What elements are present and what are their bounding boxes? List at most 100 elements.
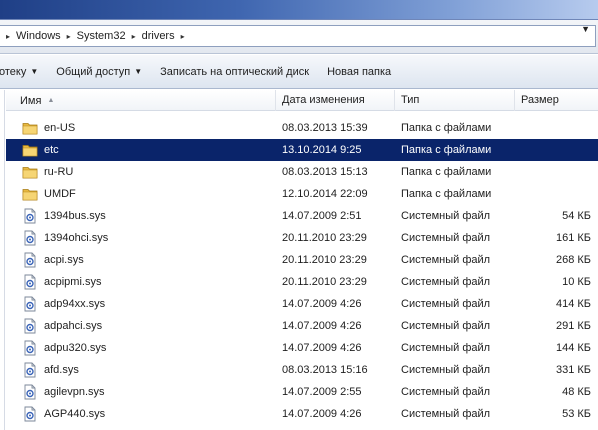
navigation-pane (0, 90, 5, 430)
file-name: acpi.sys (44, 254, 84, 266)
file-name: 1394bus.sys (44, 210, 106, 222)
file-size (518, 139, 591, 161)
file-name: etc (44, 144, 59, 156)
toolbar-button-label: отеку (0, 65, 27, 78)
system-file-icon (22, 384, 38, 400)
file-type: Системный файл (401, 386, 491, 398)
toolbar-button[interactable]: Записать на оптический диск (151, 60, 318, 84)
file-name: 1394ohci.sys (44, 232, 109, 244)
chevron-down-icon: ▼ (134, 67, 143, 76)
toolbar-button-label: Новая папка (327, 65, 392, 78)
address-history-dropdown-icon[interactable]: ▼ (581, 24, 590, 34)
file-row[interactable]: UMDF 12.10.2014 22:09 Папка с файлами (6, 183, 598, 205)
file-name-cell: adpahci.sys (22, 315, 276, 337)
breadcrumb-item[interactable]: Windows (14, 26, 63, 46)
file-row[interactable]: acpipmi.sys 20.11.2010 23:29 Системный фай… (6, 271, 598, 293)
file-date: 14.07.2009 4:26 (282, 342, 362, 354)
folder-icon (22, 164, 38, 180)
file-date: 20.11.2010 23:29 (282, 232, 367, 244)
file-row[interactable]: afd.sys 08.03.2013 15:16 Системный файл 331… (6, 359, 598, 381)
system-file-icon (22, 296, 38, 312)
system-file-icon (22, 406, 38, 422)
column-header-size[interactable]: Размер (515, 90, 598, 111)
file-name-cell: UMDF (22, 183, 276, 205)
file-row[interactable]: adpu320.sys 14.07.2009 4:26 Системный файл… (6, 337, 598, 359)
file-row[interactable]: en-US 08.03.2013 15:39 Папка с файлами (6, 117, 598, 139)
file-date: 14.07.2009 4:26 (282, 298, 362, 310)
file-size: 48 КБ (562, 386, 591, 398)
file-size: 10 КБ (562, 276, 591, 288)
file-date: 20.11.2010 23:29 (282, 254, 367, 266)
file-row[interactable]: 1394bus.sys 14.07.2009 2:51 Системный файл… (6, 205, 598, 227)
file-date: 14.07.2009 4:26 (282, 408, 362, 420)
system-file-icon (22, 208, 38, 224)
file-date: 14.07.2009 2:55 (282, 386, 362, 398)
file-name-cell: agilevpn.sys (22, 381, 276, 403)
chevron-down-icon: ▼ (30, 67, 39, 76)
file-name-cell: acpipmi.sys (22, 271, 276, 293)
file-size: 331 КБ (555, 364, 591, 376)
file-type: Папка с файлами (401, 166, 492, 178)
breadcrumb-item[interactable]: System32 (75, 26, 128, 46)
file-row[interactable]: acpi.sys 20.11.2010 23:29 Системный файл 26… (6, 249, 598, 271)
file-type: Системный файл (401, 364, 491, 376)
toolbar-button[interactable]: Новая папка (318, 60, 400, 84)
crumb-separator-arrow-icon[interactable]: ▸ (177, 32, 189, 41)
file-row[interactable]: ru-RU 08.03.2013 15:13 Папка с файлами (6, 161, 598, 183)
file-date: 12.10.2014 22:09 (282, 188, 368, 200)
file-name: adpu320.sys (44, 342, 107, 354)
file-size: 268 КБ (555, 254, 591, 266)
crumb-separator-arrow-icon[interactable]: ▸ (128, 32, 140, 41)
breadcrumb-item[interactable]: drivers (140, 26, 177, 46)
file-size (518, 117, 591, 139)
address-bar: ▸ Windows ▸ System32 ▸ drivers ▸ ▼ (0, 20, 598, 54)
file-type: Системный файл (401, 276, 491, 288)
folder-icon (22, 142, 38, 158)
column-headers: Имя ▲ Дата изменения Тип Размер (6, 90, 598, 111)
file-size: 54 КБ (562, 210, 591, 222)
column-header-name[interactable]: Имя ▲ (6, 90, 276, 111)
file-name: adpahci.sys (44, 320, 103, 332)
file-row[interactable]: adp94xx.sys 14.07.2009 4:26 Системный файл… (6, 293, 598, 315)
address-path-box[interactable]: ▸ Windows ▸ System32 ▸ drivers ▸ (0, 25, 596, 47)
column-header-date[interactable]: Дата изменения (276, 90, 395, 111)
file-name-cell: 1394bus.sys (22, 205, 276, 227)
file-size: 161 КБ (555, 232, 591, 244)
folder-icon (22, 120, 38, 136)
column-header-date-label: Дата изменения (282, 94, 365, 106)
file-date: 08.03.2013 15:16 (282, 364, 368, 376)
file-row[interactable]: 1394ohci.sys 20.11.2010 23:29 Системный фа… (6, 227, 598, 249)
file-type: Папка с файлами (401, 122, 492, 134)
toolbar-button[interactable]: отеку ▼ (0, 60, 47, 84)
file-name-cell: AGP440.sys (22, 403, 276, 425)
file-name: en-US (44, 122, 76, 134)
crumb-separator-arrow-icon[interactable]: ▸ (63, 32, 75, 41)
file-row[interactable]: etc 13.10.2014 9:25 Папка с файлами (6, 139, 598, 161)
system-file-icon (22, 274, 38, 290)
system-file-icon (22, 362, 38, 378)
file-size: 414 КБ (555, 298, 591, 310)
file-name: adp94xx.sys (44, 298, 106, 310)
toolbar-button-label: Записать на оптический диск (160, 65, 310, 78)
file-date: 14.07.2009 2:51 (282, 210, 362, 222)
file-type: Системный файл (401, 408, 491, 420)
file-date: 14.07.2009 4:26 (282, 320, 362, 332)
file-row[interactable]: adpahci.sys 14.07.2009 4:26 Системный файл… (6, 315, 598, 337)
column-header-type[interactable]: Тип (395, 90, 515, 111)
file-size (518, 183, 591, 205)
file-row[interactable]: AGP440.sys 14.07.2009 4:26 Системный файл 5… (6, 403, 598, 425)
file-size: 291 КБ (555, 320, 591, 332)
column-header-size-label: Размер (521, 94, 559, 106)
folder-icon (22, 186, 38, 202)
system-file-icon (22, 318, 38, 334)
system-file-icon (22, 252, 38, 268)
file-size: 144 КБ (555, 342, 591, 354)
file-name: AGP440.sys (44, 408, 106, 420)
column-header-name-label: Имя (20, 95, 42, 107)
file-type: Системный файл (401, 210, 491, 222)
file-date: 13.10.2014 9:25 (282, 144, 362, 156)
file-row[interactable]: agilevpn.sys 14.07.2009 2:55 Системный фай… (6, 381, 598, 403)
toolbar-button[interactable]: Общий доступ ▼ (47, 60, 151, 84)
file-name: acpipmi.sys (44, 276, 102, 288)
system-file-icon (22, 230, 38, 246)
